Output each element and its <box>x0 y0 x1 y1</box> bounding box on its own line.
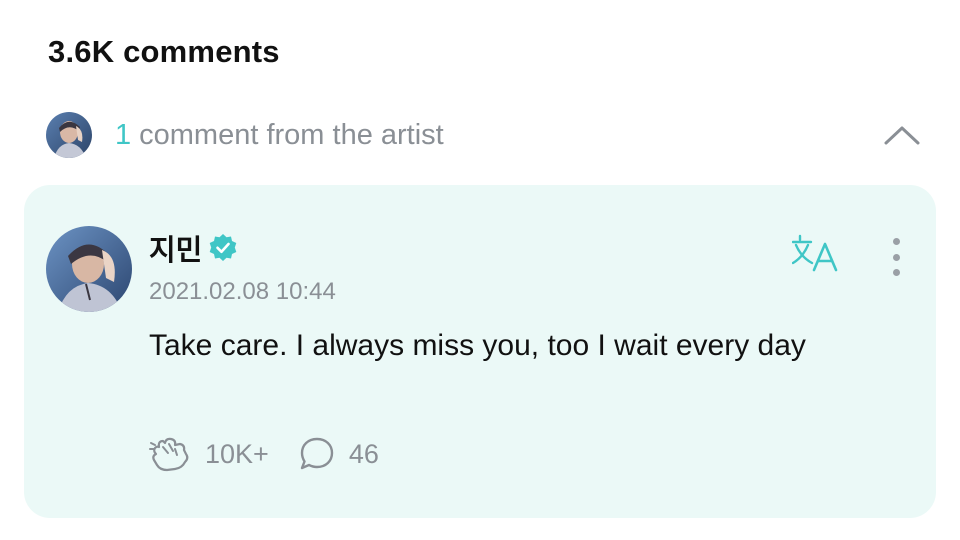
artist-comment-card: 지민 2021.02.08 10:44 Take care. I always … <box>24 185 936 518</box>
collapse-button[interactable] <box>882 115 922 155</box>
artist-comments-toggle[interactable]: 1 comment from the artist <box>46 112 922 158</box>
comment-timestamp: 2021.02.08 10:44 <box>149 278 336 305</box>
verified-badge-icon <box>210 234 237 261</box>
chevron-up-icon <box>884 126 920 145</box>
author-avatar[interactable] <box>46 226 132 312</box>
comment-actions: 10K+ 46 <box>149 435 379 473</box>
artist-mini-avatar <box>46 112 92 158</box>
comment-body: Take care. I always miss you, too I wait… <box>149 329 806 362</box>
comments-count-title: 3.6K comments <box>48 34 280 69</box>
author-name[interactable]: 지민 <box>149 227 202 269</box>
reply-button[interactable]: 46 <box>299 436 379 472</box>
more-vertical-icon <box>892 238 900 245</box>
translate-button[interactable] <box>791 233 844 273</box>
speech-bubble-icon <box>300 437 334 470</box>
cheer-count: 10K+ <box>205 438 269 469</box>
cheer-hand-icon <box>149 437 189 472</box>
cheer-button[interactable]: 10K+ <box>149 435 269 473</box>
reply-count: 46 <box>348 438 379 469</box>
translate-icon <box>791 234 838 272</box>
artist-comment-label: comment from the artist <box>139 118 444 151</box>
artist-comment-count: 1 <box>115 118 132 151</box>
comments-panel: 3.6K comments 1 comment from the artist <box>0 0 960 540</box>
more-options-button[interactable] <box>884 235 908 279</box>
